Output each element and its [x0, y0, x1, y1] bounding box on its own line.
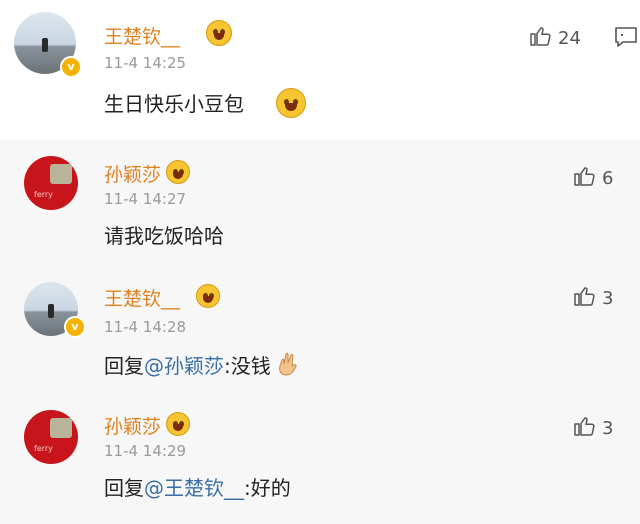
comment-text: 回复@王楚钦__:好的	[104, 472, 291, 501]
like-count: 3	[602, 288, 614, 309]
username[interactable]: 孙颖莎	[104, 160, 161, 187]
comment-text-body: :好的	[244, 476, 291, 500]
thumbs-up-icon	[574, 287, 595, 306]
thumbs-up-icon	[574, 167, 595, 186]
username[interactable]: 王楚钦__	[104, 284, 180, 311]
like-button[interactable]: 3	[572, 284, 613, 309]
avatar[interactable]: ferry	[24, 156, 78, 210]
reply-item: ferry 孙颖莎 11-4 14:27 请我吃饭哈哈 6	[0, 140, 640, 252]
replies-section: ferry 孙颖莎 11-4 14:27 请我吃饭哈哈 6 v 王楚钦__ 11…	[0, 140, 640, 524]
timestamp: 11-4 14:27	[104, 190, 187, 208]
laughing-emoji-icon	[196, 284, 220, 308]
hand-gesture-emoji	[277, 352, 299, 381]
comment-text: 生日快乐小豆包	[104, 88, 244, 117]
reply-item: v 王楚钦__ 11-4 14:28 回复@孙颖莎:没钱 3	[0, 270, 640, 390]
username[interactable]: 孙颖莎	[104, 412, 161, 439]
reply-item: ferry 孙颖莎 11-4 14:29 回复@王楚钦__:好的 3	[0, 400, 640, 524]
mention-link[interactable]: @孙颖莎	[144, 354, 224, 378]
comment-text: 回复@孙颖莎:没钱	[104, 350, 299, 381]
like-count: 24	[558, 28, 581, 49]
comment-text-body: 生日快乐小豆包	[104, 92, 244, 116]
like-button[interactable]: 24	[528, 24, 581, 49]
laughing-emoji-icon	[166, 412, 190, 436]
laughing-emoji-icon	[166, 160, 190, 184]
timestamp: 11-4 14:25	[104, 54, 187, 72]
username[interactable]: 王楚钦__	[104, 22, 180, 49]
mention-link[interactable]: @王楚钦__	[144, 476, 244, 500]
comment-text-body: :没钱	[224, 354, 271, 378]
comment-text: 请我吃饭哈哈	[104, 224, 224, 248]
like-button[interactable]: 3	[572, 414, 613, 439]
laughing-emoji-icon	[276, 88, 306, 118]
thumbs-up-icon	[574, 417, 595, 436]
verified-badge-icon: v	[64, 316, 86, 338]
verified-badge-icon: v	[60, 56, 82, 78]
comment-icon[interactable]	[614, 26, 638, 52]
like-count: 3	[602, 418, 614, 439]
thumbs-up-icon	[530, 27, 551, 46]
like-count: 6	[602, 168, 614, 189]
timestamp: 11-4 14:29	[104, 442, 187, 460]
laughing-emoji-icon	[206, 20, 232, 46]
avatar[interactable]: ferry	[24, 410, 78, 464]
reply-prefix: 回复	[104, 476, 144, 500]
comment-item: v 王楚钦__ 11-4 14:25 生日快乐小豆包 24	[0, 0, 640, 140]
like-button[interactable]: 6	[572, 164, 613, 189]
reply-prefix: 回复	[104, 354, 144, 378]
timestamp: 11-4 14:28	[104, 318, 187, 336]
